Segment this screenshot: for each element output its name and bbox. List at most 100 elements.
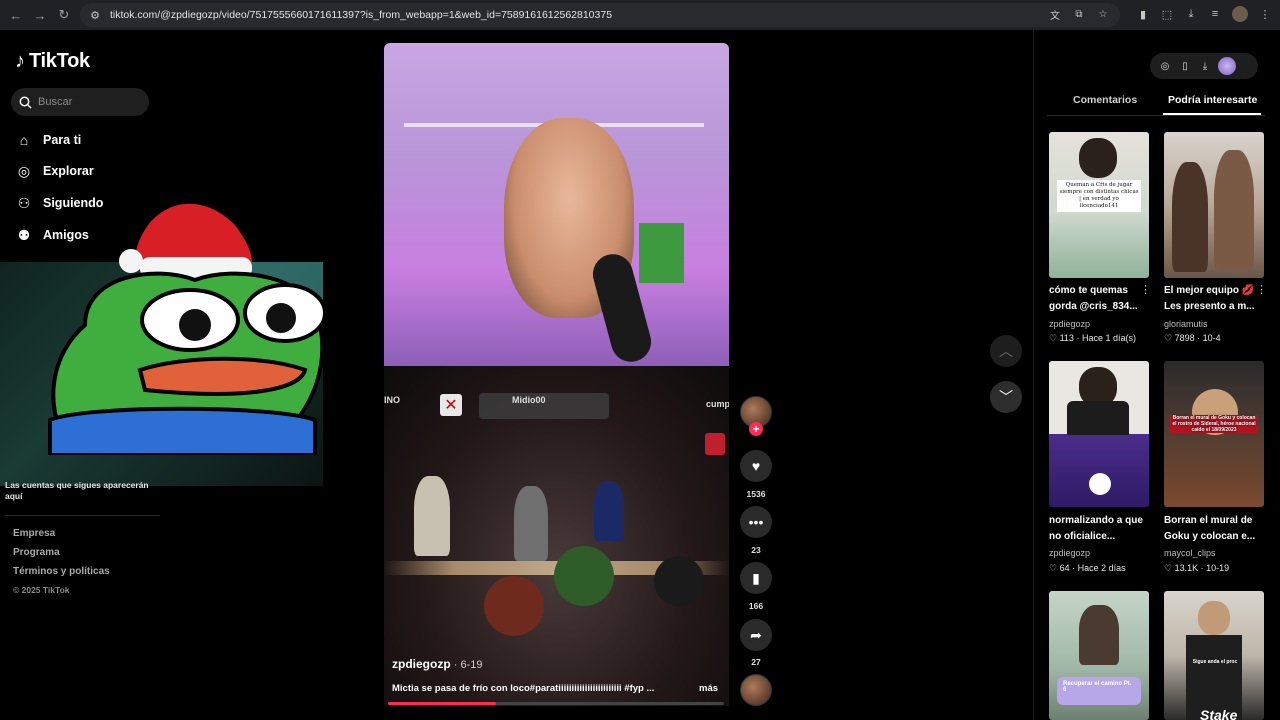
card-likes: 13.1K	[1174, 563, 1199, 573]
card-author[interactable]: zpdiegozp	[1049, 548, 1090, 558]
card-author[interactable]: maycol_clips	[1164, 548, 1216, 558]
nav-explore[interactable]: ◎ Explorar	[15, 162, 94, 180]
stake-logo: Stake	[1200, 707, 1238, 720]
device-icon[interactable]: ▯	[1178, 59, 1192, 73]
card-thumbnail[interactable]: Borran el mural de Goku y colocan el ros…	[1164, 361, 1264, 507]
card-stats: ♡ 7898 · 10-4	[1164, 333, 1221, 343]
bookmark-star-icon[interactable]: ☆	[1096, 7, 1110, 21]
reading-list-icon[interactable]: ≡	[1208, 6, 1222, 22]
home-icon: ⌂	[19, 132, 29, 148]
heart-outline-icon: ♡	[1164, 563, 1173, 573]
footer-link-company[interactable]: Empresa	[13, 528, 55, 539]
pepe-left-pupil	[179, 309, 211, 341]
site-info-icon[interactable]: ⚙	[88, 8, 102, 22]
search-input[interactable]	[38, 96, 138, 108]
forward-icon[interactable]: →	[32, 7, 48, 23]
reload-icon[interactable]: ↻	[56, 7, 72, 23]
share-count: 27	[751, 657, 761, 667]
card-likes: 113	[1059, 333, 1074, 343]
profile-avatar[interactable]	[1232, 6, 1248, 22]
pepe-lips	[137, 356, 308, 396]
friends-icon: ⚉	[17, 226, 31, 243]
pepe-right-pupil	[266, 303, 296, 333]
tiktok-note-icon: ♪	[15, 50, 25, 72]
video-gameplay[interactable]: INO ✕ Midio00 cumpl	[384, 366, 729, 706]
character-skeleton	[414, 476, 450, 556]
extensions-puzzle-icon[interactable]: ⬚	[1160, 6, 1174, 22]
download-app-icon[interactable]: ⤓	[1198, 59, 1212, 73]
santa-hat-pompom	[119, 249, 143, 273]
share-arrow-icon: ➦	[750, 626, 762, 643]
card-author[interactable]: gloriamutis	[1164, 319, 1208, 329]
character-player	[514, 486, 548, 561]
user-avatar[interactable]	[1218, 57, 1236, 75]
menu-kebab-icon[interactable]: ⋮	[1258, 6, 1272, 22]
person-figure	[1079, 605, 1119, 665]
next-video-button[interactable]: ﹀	[990, 381, 1022, 413]
card-stats: ♡ 13.1K · 10-19	[1164, 563, 1230, 573]
chevron-up-icon: ︿	[999, 343, 1013, 359]
lock-icon	[705, 433, 725, 455]
card-menu-icon[interactable]: ⋮	[1140, 283, 1151, 296]
heart-outline-icon: ♡	[1049, 333, 1058, 343]
comment-button[interactable]: •••	[740, 506, 772, 538]
tab-recommended[interactable]: Podría interesarte	[1168, 94, 1257, 106]
card-menu-icon[interactable]: ⋮	[1256, 283, 1267, 296]
translate-icon[interactable]: 文	[1048, 7, 1062, 22]
game-hud: INO ✕ Midio00 cumpl	[384, 391, 729, 421]
heart-icon: ♥	[751, 458, 761, 474]
tabs-divider	[1047, 115, 1265, 116]
search-box[interactable]	[11, 88, 149, 116]
card-title[interactable]: normalizando a que no oficialice...	[1049, 513, 1145, 545]
card-thumbnail[interactable]	[1164, 132, 1264, 278]
card-thumbnail[interactable]: Queman a Cris de jugar siempre con disti…	[1049, 132, 1149, 278]
save-button[interactable]: ▮	[740, 562, 772, 594]
card-thumbnail[interactable]: Recuperar el camino Pt. 6	[1049, 591, 1149, 720]
pepe-frog-overlay	[48, 203, 325, 455]
download-icon[interactable]: ⤓	[1184, 6, 1198, 22]
card-age: Hace 2 días	[1077, 563, 1126, 573]
nav-for-you[interactable]: ⌂ Para ti	[15, 131, 81, 149]
thumbnail-text: Queman a Cris de jugar siempre con disti…	[1057, 180, 1141, 212]
card-stats: ♡ 64 · Hace 2 días	[1049, 563, 1126, 573]
search-icon	[19, 96, 32, 109]
top-toolbar: ◎ ▯ ⤓	[1150, 53, 1258, 79]
nav-label: Para ti	[43, 133, 82, 147]
tab-comments[interactable]: Comentarios	[1073, 94, 1137, 106]
music-disc-avatar[interactable]	[740, 674, 772, 706]
explore-compass-icon[interactable]: ◎	[1158, 59, 1172, 73]
video-progress-bar[interactable]	[388, 702, 724, 705]
video-progress-fill	[388, 702, 496, 705]
share-button[interactable]: ➦	[740, 619, 772, 651]
video-streamer-cam[interactable]	[384, 43, 729, 366]
video-date: · 6-19	[450, 659, 483, 671]
footer-link-program[interactable]: Programa	[13, 547, 60, 558]
like-button[interactable]: ♥	[740, 450, 772, 482]
card-title[interactable]: El mejor equipo 💋 Les presento a m...	[1164, 283, 1260, 315]
tiktok-logo[interactable]: ♪ TikTok	[15, 50, 90, 73]
address-bar[interactable]: ⚙ tiktok.com/@zpdiegozp/video/7517555660…	[80, 3, 1120, 27]
caption-more-button[interactable]: más	[699, 683, 718, 694]
card-title[interactable]: Borran el mural de Goku y colocan e...	[1164, 513, 1260, 545]
extension-icon[interactable]: ▮	[1136, 6, 1150, 22]
previous-video-button[interactable]: ︿	[990, 335, 1022, 367]
url-text[interactable]: tiktok.com/@zpdiegozp/video/751755566017…	[110, 9, 612, 21]
heart-outline-icon: ♡	[1049, 563, 1058, 573]
card-title[interactable]: cómo te quemas gorda @cris_834...	[1049, 283, 1145, 315]
person-figure	[1214, 150, 1254, 270]
card-thumbnail[interactable]: Sigue anda el proc Stake	[1164, 591, 1264, 720]
back-icon[interactable]: ←	[8, 7, 24, 23]
follow-plus-icon[interactable]: +	[749, 422, 763, 436]
video-author[interactable]: zpdiegozp · 6-19	[392, 657, 482, 671]
like-count: 1536	[746, 489, 766, 499]
install-app-icon[interactable]: ⧉	[1072, 7, 1086, 21]
card-age: 10-19	[1206, 563, 1230, 573]
card-thumbnail[interactable]	[1049, 361, 1149, 507]
chevron-down-icon: ﹀	[999, 389, 1013, 405]
card-author[interactable]: zpdiegozp	[1049, 319, 1090, 329]
hud-label: INO	[384, 395, 401, 405]
hud-player-name: Midio00	[512, 395, 546, 405]
nav-label: Explorar	[43, 164, 94, 178]
footer-link-terms[interactable]: Términos y políticas	[13, 566, 110, 577]
author-name[interactable]: zpdiegozp	[392, 657, 451, 671]
